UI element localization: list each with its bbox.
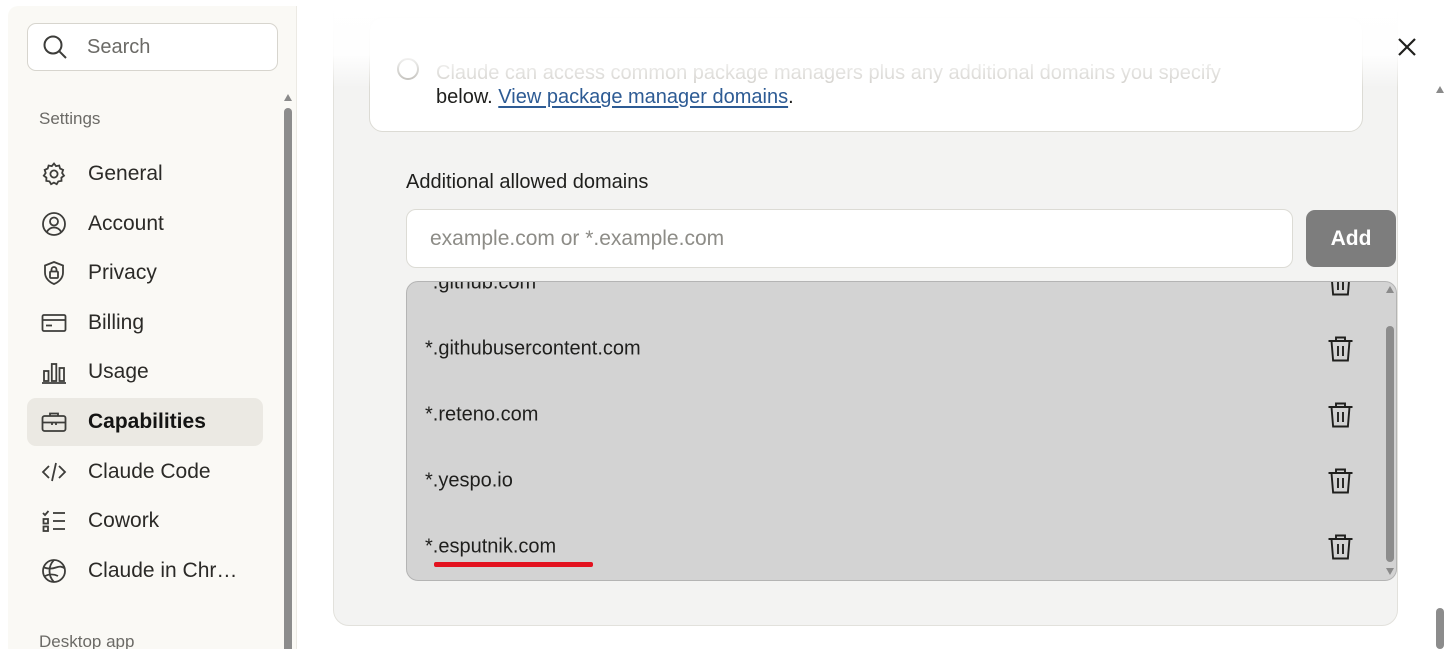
code-brackets-icon	[40, 458, 67, 485]
credit-card-icon	[40, 309, 67, 336]
list-item: *.github.com	[407, 281, 1382, 316]
list-item: *.esputnik.com	[407, 514, 1382, 580]
sidebar-item-label: Usage	[88, 360, 149, 384]
search-icon	[43, 35, 67, 59]
shield-lock-icon	[40, 260, 67, 287]
sidebar-item-capabilities[interactable]: Capabilities	[27, 397, 263, 446]
sidebar-scrollbar[interactable]	[284, 94, 293, 649]
domain-name: *.esputnik.com	[425, 535, 557, 558]
add-domain-button[interactable]: Add	[1306, 210, 1396, 267]
sidebar-item-label: Claude in Chr…	[88, 558, 238, 582]
option-description-suffix: .	[788, 86, 794, 108]
trash-icon[interactable]	[1327, 467, 1354, 495]
main-scrollbar[interactable]	[1436, 86, 1445, 649]
list-item: *.githubusercontent.com	[407, 316, 1382, 382]
main-scroll-thumb[interactable]	[1436, 608, 1444, 649]
additional-domains-label: Additional allowed domains	[406, 171, 649, 193]
domain-name: *.githubusercontent.com	[425, 337, 641, 360]
sidebar-item-billing[interactable]: Billing	[27, 299, 263, 347]
list-item: *.reteno.com	[407, 382, 1382, 448]
option-description-text: below.	[436, 86, 493, 108]
scroll-up-arrow-icon[interactable]	[284, 94, 292, 101]
sidebar-item-cowork[interactable]: Cowork	[27, 497, 263, 545]
sidebar-item-label: Cowork	[88, 509, 160, 533]
globe-icon	[40, 557, 67, 584]
capabilities-panel: Claude can access common package manager…	[298, 6, 1445, 649]
domain-list-scrollbar[interactable]	[1384, 282, 1396, 580]
sidebar-item-label: Claude Code	[88, 459, 211, 483]
scroll-down-arrow-icon[interactable]	[1386, 568, 1394, 575]
domain-list-scroll-thumb[interactable]	[1386, 326, 1394, 562]
sidebar-item-label: Billing	[88, 310, 145, 334]
sidebar-scroll-thumb[interactable]	[284, 108, 292, 649]
trash-icon[interactable]	[1327, 401, 1354, 429]
option-description-faded: Claude can access common package manager…	[436, 62, 1221, 84]
domain-name: *.github.com	[425, 281, 537, 294]
annotation-underline	[434, 562, 593, 567]
desktop-app-section-label: Desktop app	[39, 632, 135, 649]
search-input[interactable]	[87, 35, 247, 59]
sidebar-item-label: Privacy	[88, 261, 157, 285]
list-item: *.yespo.io	[407, 448, 1382, 514]
scroll-up-arrow-icon[interactable]	[1436, 86, 1444, 93]
briefcase-icon	[40, 408, 67, 435]
scroll-up-arrow-icon[interactable]	[1386, 286, 1394, 293]
package-managers-option[interactable]: Claude can access common package manager…	[369, 17, 1363, 132]
gear-icon	[40, 161, 67, 188]
sidebar-item-claude-in-chrome[interactable]: Claude in Chr…	[27, 547, 263, 595]
settings-sidebar: Settings General Account Privacy	[8, 6, 297, 649]
bar-chart-icon	[40, 359, 67, 386]
domain-name: *.yespo.io	[425, 469, 513, 492]
settings-section-label: Settings	[39, 109, 101, 128]
settings-nav: General Account Privacy Billing Usage Ca…	[27, 150, 263, 596]
user-circle-icon	[40, 210, 67, 237]
trash-icon[interactable]	[1327, 533, 1354, 561]
domain-input[interactable]	[406, 209, 1293, 268]
sidebar-item-account[interactable]: Account	[27, 200, 263, 248]
trash-icon[interactable]	[1327, 335, 1354, 363]
option-radio[interactable]	[397, 58, 419, 80]
sidebar-item-general[interactable]: General	[27, 150, 263, 198]
option-description: below. View package manager domains.	[436, 86, 794, 109]
close-icon[interactable]	[1394, 34, 1420, 60]
sidebar-item-usage[interactable]: Usage	[27, 348, 263, 396]
allowed-domains-list: *.github.com *.githubusercontent.com *.r…	[406, 281, 1397, 581]
domain-name: *.reteno.com	[425, 403, 539, 426]
sidebar-item-label: Capabilities	[88, 409, 206, 433]
view-package-manager-domains-link[interactable]: View package manager domains	[498, 86, 788, 108]
sidebar-item-label: Account	[88, 211, 164, 235]
checklist-icon	[40, 508, 67, 535]
network-settings-card: Claude can access common package manager…	[333, 6, 1398, 626]
trash-icon[interactable]	[1327, 281, 1354, 297]
sidebar-item-privacy[interactable]: Privacy	[27, 249, 263, 297]
search-box[interactable]	[27, 23, 278, 71]
settings-window: Settings General Account Privacy	[0, 0, 1453, 649]
sidebar-item-claude-code[interactable]: Claude Code	[27, 448, 263, 496]
sidebar-item-label: General	[88, 162, 163, 185]
